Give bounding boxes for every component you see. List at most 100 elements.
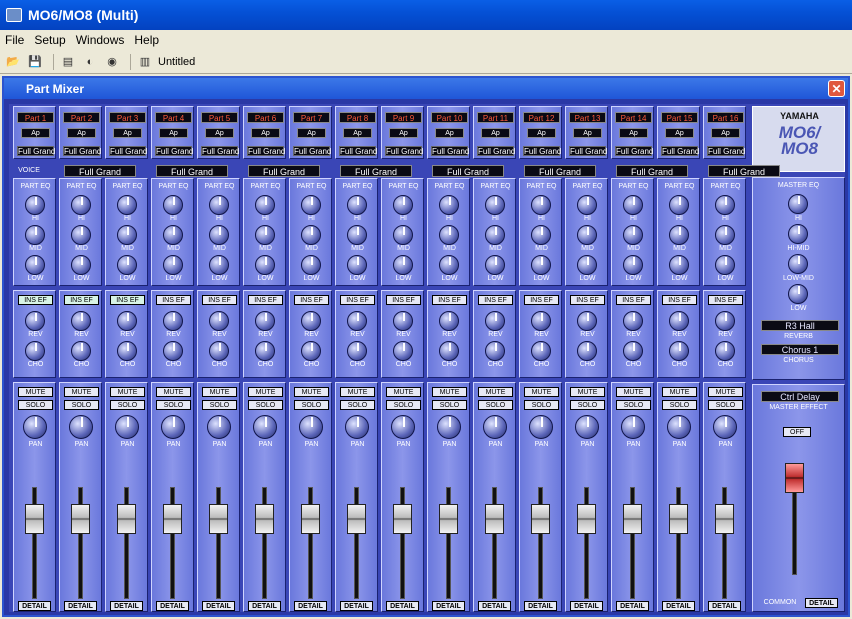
pan-knob[interactable]	[575, 415, 599, 439]
eq-low-knob[interactable]	[209, 255, 229, 275]
eq-hi-knob[interactable]	[117, 195, 137, 215]
eq-hi-knob[interactable]	[577, 195, 597, 215]
reverb-send-knob[interactable]	[163, 311, 183, 331]
eq-mid-knob[interactable]	[531, 225, 551, 245]
reverb-send-knob[interactable]	[393, 311, 413, 331]
volume-fader[interactable]	[439, 504, 458, 534]
chorus-send-knob[interactable]	[163, 341, 183, 361]
eq-hi-knob[interactable]	[163, 195, 183, 215]
eq-mid-knob[interactable]	[209, 225, 229, 245]
reverb-send-knob[interactable]	[255, 311, 275, 331]
voice-name[interactable]: Full Grand	[385, 146, 423, 156]
reverb-send-knob[interactable]	[439, 311, 459, 331]
voice-category[interactable]: Ap	[113, 128, 142, 138]
eq-low-knob[interactable]	[163, 255, 183, 275]
eq-low-knob[interactable]	[301, 255, 321, 275]
ins-ef-button[interactable]: INS EF	[340, 295, 375, 305]
mute-button[interactable]: MUTE	[156, 387, 191, 397]
mute-button[interactable]: MUTE	[18, 387, 53, 397]
chorus-send-knob[interactable]	[485, 341, 505, 361]
reverb-send-knob[interactable]	[485, 311, 505, 331]
solo-button[interactable]: SOLO	[110, 400, 145, 410]
eq-hi-knob[interactable]	[25, 195, 45, 215]
ins-ef-button[interactable]: INS EF	[248, 295, 283, 305]
menu-help[interactable]: Help	[129, 33, 164, 47]
detail-button[interactable]: DETAIL	[478, 601, 511, 611]
eq-hi-knob[interactable]	[347, 195, 367, 215]
detail-button[interactable]: DETAIL	[64, 601, 97, 611]
pan-knob[interactable]	[667, 415, 691, 439]
part-select-button[interactable]: Part 16	[707, 112, 744, 123]
voice-row-display[interactable]: Full Grand	[248, 165, 320, 177]
ins-ef-button[interactable]: INS EF	[294, 295, 329, 305]
chorus-send-knob[interactable]	[393, 341, 413, 361]
voice-row-display[interactable]: Full Grand	[432, 165, 504, 177]
master-eq-low-knob[interactable]	[788, 284, 808, 304]
volume-fader[interactable]	[117, 504, 136, 534]
mute-button[interactable]: MUTE	[294, 387, 329, 397]
eq-low-knob[interactable]	[25, 255, 45, 275]
eq-mid-knob[interactable]	[577, 225, 597, 245]
ins-ef-button[interactable]: INS EF	[110, 295, 145, 305]
chorus-send-knob[interactable]	[623, 341, 643, 361]
voice-name[interactable]: Full Grand	[431, 146, 469, 156]
chorus-send-knob[interactable]	[25, 341, 45, 361]
volume-fader[interactable]	[25, 504, 44, 534]
reverb-send-knob[interactable]	[117, 311, 137, 331]
voice-category[interactable]: Ap	[159, 128, 188, 138]
chorus-send-knob[interactable]	[209, 341, 229, 361]
detail-button[interactable]: DETAIL	[524, 601, 557, 611]
eq-low-knob[interactable]	[255, 255, 275, 275]
chorus-send-knob[interactable]	[531, 341, 551, 361]
part-select-button[interactable]: Part 12	[523, 112, 560, 123]
ins-ef-button[interactable]: INS EF	[524, 295, 559, 305]
eq-hi-knob[interactable]	[531, 195, 551, 215]
solo-button[interactable]: SOLO	[478, 400, 513, 410]
voice-row-display[interactable]: Full Grand	[156, 165, 228, 177]
chorus-send-knob[interactable]	[577, 341, 597, 361]
eq-low-knob[interactable]	[393, 255, 413, 275]
voice-category[interactable]: Ap	[297, 128, 326, 138]
ins-ef-button[interactable]: INS EF	[18, 295, 53, 305]
open-folder-icon[interactable]: 📂	[4, 54, 22, 70]
mute-button[interactable]: MUTE	[386, 387, 421, 397]
mute-button[interactable]: MUTE	[202, 387, 237, 397]
part-select-button[interactable]: Part 7	[293, 112, 330, 123]
chorus-send-knob[interactable]	[301, 341, 321, 361]
voice-name[interactable]: Full Grand	[247, 146, 285, 156]
ins-ef-button[interactable]: INS EF	[478, 295, 513, 305]
pan-knob[interactable]	[161, 415, 185, 439]
pan-knob[interactable]	[207, 415, 231, 439]
part-select-button[interactable]: Part 11	[477, 112, 514, 123]
eq-low-knob[interactable]	[715, 255, 735, 275]
voice-name[interactable]: Full Grand	[477, 146, 515, 156]
chorus-send-knob[interactable]	[439, 341, 459, 361]
menu-setup[interactable]: Setup	[29, 33, 70, 47]
chorus-send-knob[interactable]	[347, 341, 367, 361]
eq-mid-knob[interactable]	[347, 225, 367, 245]
pan-knob[interactable]	[713, 415, 737, 439]
mute-button[interactable]: MUTE	[570, 387, 605, 397]
chorus-send-knob[interactable]	[117, 341, 137, 361]
solo-button[interactable]: SOLO	[248, 400, 283, 410]
detail-button[interactable]: DETAIL	[708, 601, 741, 611]
voice-category[interactable]: Ap	[665, 128, 694, 138]
detail-button[interactable]: DETAIL	[616, 601, 649, 611]
mute-button[interactable]: MUTE	[524, 387, 559, 397]
pan-knob[interactable]	[437, 415, 461, 439]
eq-mid-knob[interactable]	[669, 225, 689, 245]
solo-button[interactable]: SOLO	[524, 400, 559, 410]
pan-knob[interactable]	[69, 415, 93, 439]
volume-fader[interactable]	[485, 504, 504, 534]
voice-row-display[interactable]: Full Grand	[708, 165, 780, 177]
pan-knob[interactable]	[23, 415, 47, 439]
mute-button[interactable]: MUTE	[340, 387, 375, 397]
reverb-type-display[interactable]: R3 Hall	[761, 320, 839, 331]
common-detail-button[interactable]: DETAIL	[805, 598, 838, 608]
voice-category[interactable]: Ap	[67, 128, 96, 138]
voice-category[interactable]: Ap	[619, 128, 648, 138]
chorus-send-knob[interactable]	[715, 341, 735, 361]
eq-mid-knob[interactable]	[715, 225, 735, 245]
mute-button[interactable]: MUTE	[248, 387, 283, 397]
volume-fader[interactable]	[301, 504, 320, 534]
